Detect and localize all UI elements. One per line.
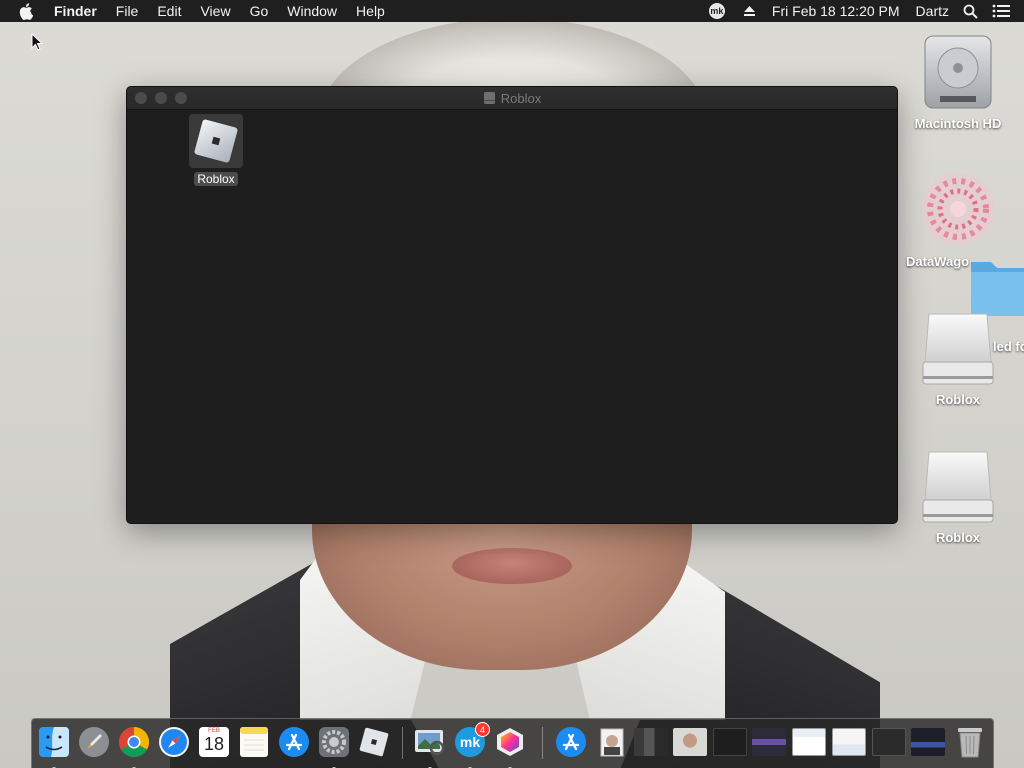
chrome-icon — [117, 725, 151, 759]
desktop-icon-label: Roblox — [935, 392, 981, 407]
dock-window-thumb-6[interactable] — [832, 725, 866, 761]
dock-window-thumb-4[interactable] — [752, 725, 786, 761]
window-thumbnail-icon — [673, 725, 707, 759]
hard-drive-icon — [908, 30, 1008, 112]
window-thumbnail-icon — [832, 725, 866, 759]
calendar-icon: FEB 18 — [197, 725, 231, 759]
desktop-icon-datawago[interactable]: DataWago — [906, 168, 1008, 269]
dock-app-store[interactable] — [277, 725, 311, 761]
menubar-user[interactable]: Dartz — [916, 3, 949, 19]
documents-stack-icon — [594, 725, 628, 759]
dock-window-thumb-2[interactable] — [673, 725, 707, 761]
datawago-icon — [908, 168, 1008, 250]
disk-image-icon — [908, 306, 1008, 390]
mouse-pointer-icon — [31, 32, 44, 56]
dock-separator — [402, 727, 403, 759]
window-titlebar[interactable]: Roblox — [127, 87, 897, 110]
dock-calendar[interactable]: FEB 18 — [197, 725, 231, 761]
dock-window-thumb-5[interactable] — [792, 725, 826, 761]
window-thumbnail-icon — [713, 725, 747, 759]
dock-safari[interactable] — [157, 725, 191, 761]
calendar-day: 18 — [203, 734, 225, 754]
finder-window[interactable]: Roblox Roblox — [126, 86, 898, 524]
dock-window-thumb-3[interactable] — [713, 725, 747, 761]
window-thumbnail-icon — [872, 725, 906, 759]
dock-system-preferences[interactable] — [317, 725, 351, 768]
dock-app-store-2[interactable] — [554, 725, 588, 761]
roblox-app-item[interactable]: Roblox — [188, 114, 244, 188]
notes-icon — [237, 725, 271, 759]
disk-image-small-icon — [483, 92, 495, 104]
menubar-clock[interactable]: Fri Feb 18 12:20 PM — [772, 3, 900, 19]
window-thumbnail-icon — [634, 725, 668, 759]
color-prism-icon — [493, 725, 527, 759]
disk-image-icon — [908, 444, 1008, 528]
dock-finder[interactable] — [37, 725, 71, 768]
gear-icon — [317, 725, 351, 759]
menubar-status-area: mk Fri Feb 18 12:20 PM Dartz — [708, 0, 1024, 22]
apple-menu-icon[interactable] — [19, 2, 37, 20]
safari-compass-icon — [157, 725, 191, 759]
mk-status-icon[interactable]: mk — [708, 3, 725, 19]
trash-icon — [953, 725, 987, 759]
menu-view[interactable]: View — [200, 3, 230, 19]
finder-icon — [37, 725, 71, 759]
menu-go[interactable]: Go — [250, 3, 269, 19]
window-thumbnail-icon — [911, 725, 945, 759]
app-store-icon — [277, 725, 311, 759]
dock-mk-app[interactable]: mk 4 — [453, 722, 490, 768]
notification-center-icon[interactable] — [992, 4, 1010, 18]
roblox-icon — [357, 725, 391, 759]
desktop-icon-roblox-disk-1[interactable]: Roblox — [908, 306, 1008, 407]
desktop-icon-label: Roblox — [935, 530, 981, 545]
wallpaper-lips — [452, 548, 572, 584]
dock: FEB 18 mk 4 — [31, 718, 994, 768]
preview-icon — [413, 725, 447, 759]
window-thumbnail-icon — [792, 725, 826, 759]
dock-launchpad[interactable] — [77, 725, 111, 761]
dock-documents-stack[interactable] — [594, 725, 628, 761]
minimize-window-button[interactable] — [155, 92, 167, 104]
window-title-text: Roblox — [500, 90, 542, 106]
app-store-icon — [554, 725, 588, 759]
dock-window-thumb-1[interactable] — [634, 725, 668, 761]
desktop-icon-roblox-disk-2[interactable]: Roblox — [908, 444, 1008, 545]
menu-edit[interactable]: Edit — [157, 3, 181, 19]
dock-roblox[interactable] — [357, 725, 391, 761]
dock-separator — [542, 727, 543, 759]
menu-window[interactable]: Window — [287, 3, 337, 19]
dock-notes[interactable] — [237, 725, 271, 761]
window-controls — [135, 92, 187, 104]
window-title: Roblox — [483, 91, 541, 106]
menu-file[interactable]: File — [116, 3, 139, 19]
zoom-window-button[interactable] — [175, 92, 187, 104]
spotlight-search-icon[interactable] — [963, 4, 978, 19]
menu-app-finder[interactable]: Finder — [54, 3, 97, 19]
roblox-app-icon — [189, 114, 243, 168]
launchpad-rocket-icon — [77, 725, 111, 759]
desktop-icon-label: Macintosh HD — [914, 116, 1002, 131]
dock-preview[interactable] — [413, 725, 447, 768]
dock-window-thumb-8[interactable] — [911, 725, 945, 761]
roblox-app-label: Roblox — [194, 172, 238, 186]
desktop-icon-macintosh-hd[interactable]: Macintosh HD — [908, 30, 1008, 131]
eject-icon[interactable] — [743, 5, 756, 17]
dock-trash[interactable] — [953, 725, 987, 761]
window-thumbnail-icon — [752, 725, 786, 759]
svg-text:mk: mk — [460, 734, 480, 750]
menu-bar: Finder File Edit View Go Window Help mk … — [0, 0, 1024, 22]
notification-badge: 4 — [475, 722, 490, 737]
dock-chrome[interactable] — [117, 725, 151, 768]
close-window-button[interactable] — [135, 92, 147, 104]
dock-color-app[interactable] — [493, 725, 527, 768]
menu-help[interactable]: Help — [356, 3, 385, 19]
dock-window-thumb-7[interactable] — [872, 725, 906, 761]
